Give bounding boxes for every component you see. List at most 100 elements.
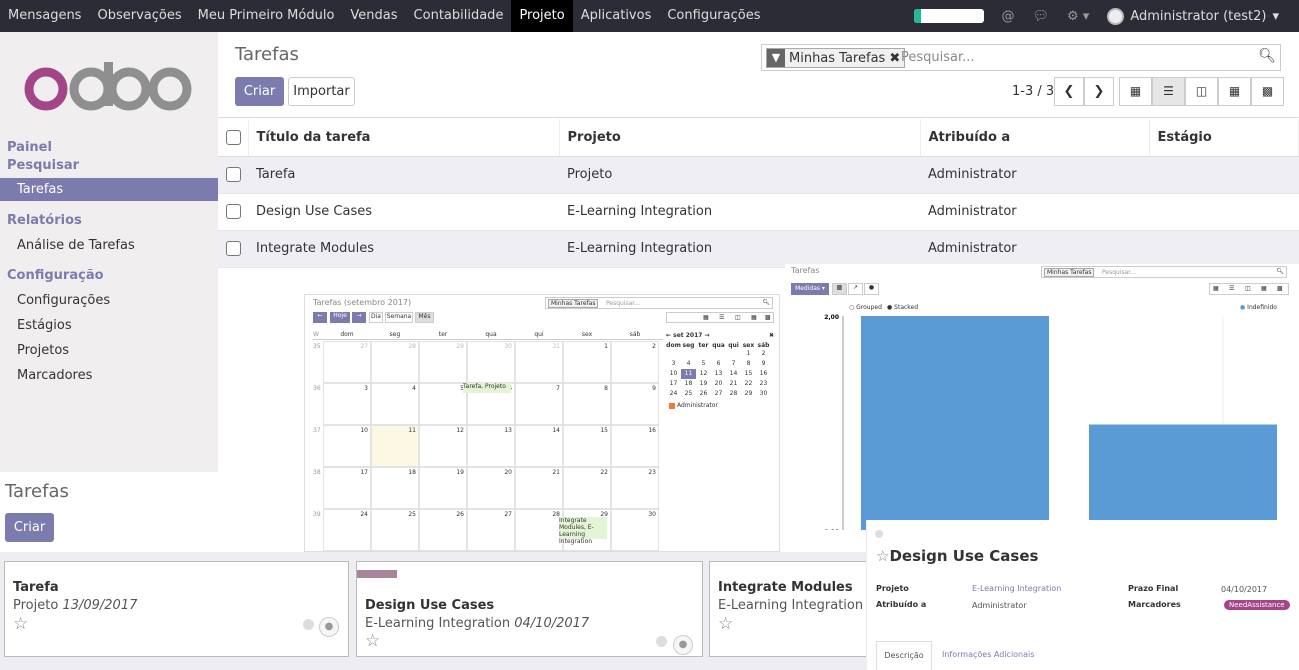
row-checkbox[interactable]	[226, 204, 241, 219]
kanban-create-button[interactable]: Criar	[5, 513, 54, 542]
table-row[interactable]: Tarefa Projeto Administrator	[218, 156, 1299, 194]
mini-day[interactable]: 16	[756, 369, 771, 379]
chat-icon[interactable]: 💬︎	[1033, 9, 1050, 24]
sidebar-item-analise-tarefas[interactable]: Análise de Tarefas	[17, 238, 135, 253]
calendar-day-cell[interactable]: 30	[611, 509, 659, 551]
mini-day[interactable]: 7	[726, 359, 741, 369]
kanban-card[interactable]: Tarefa Projeto 13/09/2017 ☆ ●	[4, 561, 349, 657]
tab-descricao[interactable]: Descrição	[876, 641, 932, 670]
row-checkbox[interactable]	[226, 167, 241, 182]
calendar-day-cell[interactable]: 29	[419, 341, 467, 383]
calendar-facet[interactable]: Minhas Tarefas	[548, 299, 599, 308]
calendar-day-cell[interactable]: 19	[419, 467, 467, 509]
calendar-event[interactable]: Tarefa, Projeto	[463, 383, 511, 393]
month-button[interactable]: Mês	[415, 312, 434, 323]
close-icon[interactable]: ✖	[769, 332, 774, 339]
calendar-day-cell[interactable]: 3	[323, 383, 371, 425]
pivot-view-button[interactable]: ▦	[1218, 77, 1251, 106]
cell-title[interactable]: Integrate Modules	[248, 230, 559, 268]
legend-checkbox[interactable]	[669, 402, 675, 409]
star-icon[interactable]: ☆	[718, 614, 733, 634]
calendar-day-cell[interactable]: 23	[611, 467, 659, 509]
calendar-search-input[interactable]: Pesquisar...	[606, 300, 640, 307]
sidebar-item-projetos[interactable]: Projetos	[17, 343, 69, 358]
calendar-day-cell[interactable]: 12	[419, 425, 467, 467]
col-titulo[interactable]: Título da tarefa	[248, 119, 560, 157]
list-view-button[interactable]: ☰	[1152, 77, 1185, 106]
calendar-day-cell[interactable]: 10	[323, 425, 371, 467]
col-estagio[interactable]: Estágio	[1149, 119, 1299, 157]
mini-day[interactable]: 12	[696, 369, 711, 379]
calendar-day-cell[interactable]: 31	[515, 341, 563, 383]
mini-day[interactable]: 24	[666, 389, 681, 399]
sidebar-item-tarefas[interactable]: Tarefas	[0, 178, 218, 201]
calendar-day-cell[interactable]: 15	[563, 425, 611, 467]
cell-title[interactable]: Tarefa	[248, 156, 559, 194]
calendar-day-cell[interactable]: 26	[419, 509, 467, 551]
calendar-day-cell[interactable]: 30	[467, 341, 515, 383]
mini-day[interactable]: 18	[681, 379, 696, 389]
calendar-day-cell[interactable]: 2	[611, 341, 659, 383]
mini-day[interactable]	[711, 349, 726, 359]
table-row[interactable]: Design Use Cases E-Learning Integration …	[218, 193, 1299, 231]
sidebar-item-estagios[interactable]: Estágios	[17, 318, 72, 333]
mini-day[interactable]: 5	[696, 359, 711, 369]
cell-title[interactable]: Design Use Cases	[248, 193, 559, 231]
odoo-logo[interactable]: odoo	[24, 62, 194, 112]
graph-view-button[interactable]: ▩	[1251, 77, 1284, 106]
calendar-day-cell[interactable]: 8	[563, 383, 611, 425]
menu-mensagens[interactable]: Mensagens	[0, 0, 89, 32]
menu-observacoes[interactable]: Observações	[89, 0, 189, 32]
col-atribuido[interactable]: Atribuído a	[920, 119, 1150, 157]
mini-day[interactable]: 29	[741, 389, 756, 399]
calendar-day-cell[interactable]: 16	[611, 425, 659, 467]
mini-day[interactable]: 28	[726, 389, 741, 399]
menu-configuracoes[interactable]: Configurações	[659, 0, 768, 32]
kanban-card[interactable]: Integrate Modules E-Learning Integration…	[709, 561, 884, 657]
mini-day[interactable]: 6	[711, 359, 726, 369]
status-dot[interactable]	[875, 530, 883, 538]
week-button[interactable]: Semana	[385, 312, 413, 323]
calendar-day-cell[interactable]: 24	[323, 509, 371, 551]
star-icon[interactable]: ☆	[876, 547, 889, 565]
status-dot[interactable]	[656, 636, 667, 647]
calendar-day-cell[interactable]: 25	[371, 509, 419, 551]
menu-aplicativos[interactable]: Aplicativos	[573, 0, 660, 32]
calendar-day-cell[interactable]: 28	[515, 509, 563, 551]
calendar-day-cell[interactable]: 21	[515, 467, 563, 509]
cell-project[interactable]: Projeto	[559, 156, 920, 194]
mini-day[interactable]: 11	[681, 369, 696, 379]
mini-day[interactable]: 22	[741, 379, 756, 389]
calendar-day-cell[interactable]: 9	[611, 383, 659, 425]
list-view-icon[interactable]: ☰	[719, 314, 724, 321]
prev-button[interactable]: ←	[313, 312, 327, 323]
create-button[interactable]: Criar	[235, 77, 284, 106]
kanban-view-icon[interactable]: ▦	[703, 314, 709, 321]
mini-day[interactable]: 9	[756, 359, 771, 369]
calendar-event[interactable]: Integrate Modules, E-Learning Integratio…	[559, 517, 607, 545]
graph-view-icon[interactable]: ▩	[765, 314, 771, 321]
day-button[interactable]: Dia	[369, 312, 383, 323]
table-row[interactable]: Integrate Modules E-Learning Integration…	[218, 230, 1299, 268]
deadline-field[interactable]: 04/10/2017	[1221, 585, 1267, 594]
menu-projeto[interactable]: Projeto	[511, 0, 573, 32]
mini-day[interactable]: 8	[741, 359, 756, 369]
mini-day[interactable]: 15	[741, 369, 756, 379]
mini-day[interactable]	[681, 349, 696, 359]
sidebar-item-configuracoes[interactable]: Configurações	[17, 293, 110, 308]
mini-day[interactable]: 23	[756, 379, 771, 389]
cell-user[interactable]: Administrator	[920, 230, 1149, 268]
pager-previous-button[interactable]: ❮	[1054, 77, 1084, 106]
at-mention-icon[interactable]: @	[1002, 9, 1015, 24]
project-field[interactable]: E-Learning Integration	[972, 584, 1061, 593]
calendar-day-cell[interactable]: 18	[371, 467, 419, 509]
mini-day[interactable]: 26	[696, 389, 711, 399]
pivot-view-icon[interactable]: ▦	[751, 314, 757, 321]
calendar-view-icon[interactable]: ◫	[735, 314, 741, 321]
cell-user[interactable]: Administrator	[920, 193, 1149, 231]
planner-progress-bar[interactable]	[913, 9, 984, 23]
mini-day[interactable]: 14	[726, 369, 741, 379]
star-icon[interactable]: ☆	[365, 631, 380, 651]
search-icon[interactable]: 🔍︎	[1258, 48, 1276, 64]
mini-day[interactable]: 19	[696, 379, 711, 389]
